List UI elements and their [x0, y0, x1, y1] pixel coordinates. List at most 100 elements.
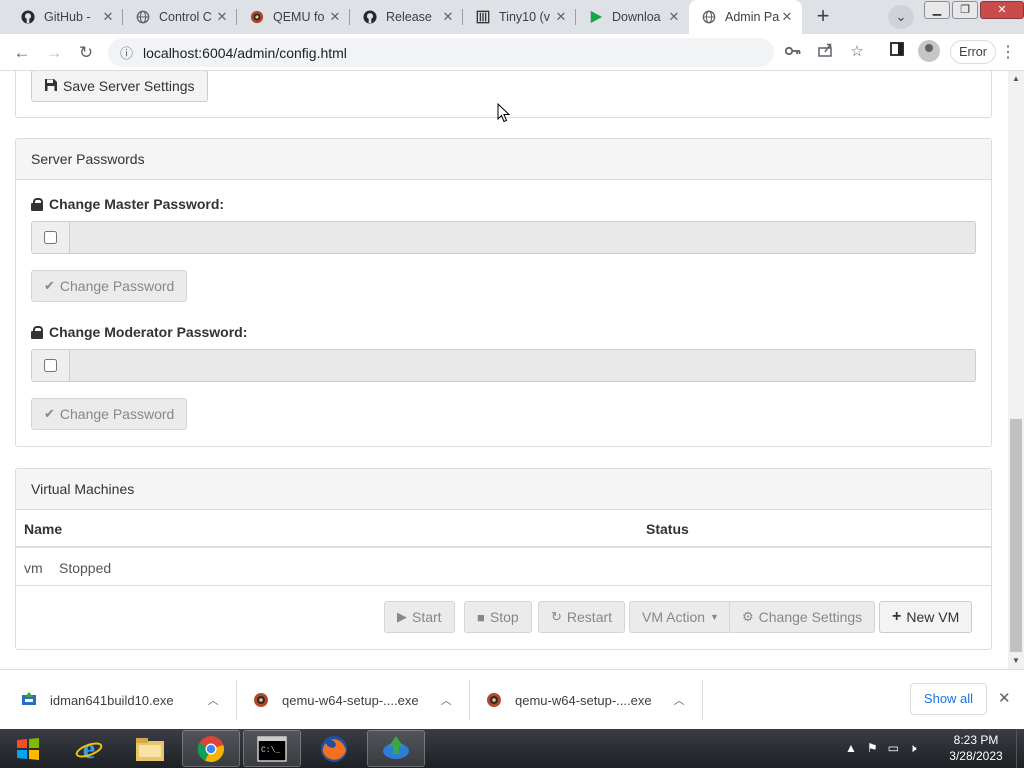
new-vm-button[interactable]: + New VM [879, 601, 973, 633]
check-icon: ✔ [44, 278, 55, 293]
taskbar-firefox[interactable] [305, 730, 363, 767]
page-scrollbar[interactable]: ▲ ▼ [1008, 71, 1024, 669]
save-server-settings-button[interactable]: Save Server Settings [31, 71, 208, 102]
tab-search-chevron-icon[interactable]: ⌄ [888, 5, 914, 29]
tab-close-icon[interactable]: ✕ [328, 9, 342, 25]
tab-close-icon[interactable]: ✕ [215, 9, 229, 25]
change-moderator-password-button[interactable]: ✔ Change Password [31, 398, 188, 430]
master-password-label-text: Change Master Password: [49, 196, 225, 212]
site-info-icon[interactable]: ⓘ [120, 43, 133, 62]
url-text[interactable]: localhost:6004/admin/config.html [143, 45, 347, 61]
taskbar-file-explorer[interactable] [121, 730, 179, 767]
globe-icon [135, 9, 151, 25]
taskbar-internet-explorer[interactable]: e [60, 730, 118, 767]
taskbar-idm[interactable] [367, 730, 425, 767]
tab-admin-panel[interactable]: Admin Pa ✕ [689, 0, 802, 34]
close-window-button[interactable]: ✕ [980, 1, 1024, 19]
chevron-up-icon[interactable]: ︿ [441, 692, 452, 708]
stop-label: Stop [489, 609, 519, 625]
taskbar-command-prompt[interactable]: C:\_ [243, 730, 301, 767]
tab-qemu[interactable]: QEMU fo ✕ [237, 0, 350, 34]
tab-close-icon[interactable]: ✕ [780, 9, 794, 25]
start-vm-button[interactable]: ▶ Start [384, 601, 455, 633]
forward-arrow-icon[interactable]: → [41, 40, 67, 66]
clock-time: 8:23 PM [953, 733, 999, 747]
page-content: Save Server Settings Server Passwords Ch… [0, 71, 1008, 669]
download-item-qemu-2[interactable]: qemu-w64-setup-....exe ︿ [485, 670, 685, 730]
virtual-machines-heading: Virtual Machines [16, 469, 991, 510]
windows-taskbar: e C:\_ ▲ ⚑ ▭ 🕨 8:23 PM 3/28/2023 [0, 729, 1024, 768]
tab-close-icon[interactable]: ✕ [441, 9, 455, 25]
plus-icon: + [892, 608, 902, 625]
restart-vm-button[interactable]: ↻ Restart [538, 601, 626, 633]
tab-close-icon[interactable]: ✕ [101, 9, 115, 25]
table-row[interactable]: vm Stopped [16, 548, 991, 586]
tab-control[interactable]: Control C ✕ [123, 0, 237, 34]
close-download-shelf-icon[interactable]: ✕ [998, 689, 1011, 707]
master-password-field[interactable] [69, 221, 976, 254]
profile-avatar[interactable] [918, 40, 940, 62]
taskbar-chrome[interactable] [182, 730, 240, 767]
archive-icon [475, 9, 491, 25]
change-master-password-label: Change Password [59, 278, 175, 294]
tab-close-icon[interactable]: ✕ [554, 9, 568, 25]
play-icon [588, 9, 604, 25]
download-filename: qemu-w64-setup-....exe [282, 692, 419, 708]
mouse-cursor-icon [497, 103, 510, 123]
download-item-qemu-1[interactable]: qemu-w64-setup-....exe ︿ [252, 670, 452, 730]
moderator-password-field[interactable] [69, 349, 976, 382]
moderator-password-label: Change Moderator Password: [31, 324, 247, 340]
tab-title: Admin Pa [725, 10, 780, 24]
download-filename: qemu-w64-setup-....exe [515, 692, 652, 708]
address-bar[interactable]: ⓘ localhost:6004/admin/config.html [108, 38, 774, 67]
windows-logo-icon [17, 737, 39, 760]
chevron-up-icon[interactable]: ︿ [674, 692, 685, 708]
share-icon[interactable] [815, 42, 835, 62]
show-hidden-icons-icon[interactable]: ▲ [845, 741, 857, 756]
stop-vm-button[interactable]: ■ Stop [464, 601, 532, 633]
chevron-up-icon[interactable]: ︿ [208, 692, 219, 708]
scroll-up-icon[interactable]: ▲ [1008, 71, 1024, 87]
tab-title: GitHub - [44, 10, 91, 24]
check-icon: ✔ [44, 406, 55, 421]
new-tab-button[interactable]: + [810, 5, 836, 29]
tab-github[interactable]: GitHub - ✕ [8, 0, 123, 34]
moderator-password-checkbox[interactable] [44, 359, 57, 372]
maximize-button[interactable]: ❐ [952, 1, 978, 19]
virtual-machines-panel: Virtual Machines Name Status vm Stopped … [15, 468, 992, 650]
github-icon [20, 9, 36, 25]
tab-download[interactable]: Downloa ✕ [576, 0, 689, 34]
network-icon[interactable]: ▭ [888, 741, 899, 756]
tab-title: QEMU fo [273, 10, 325, 24]
change-master-password-button[interactable]: ✔ Change Password [31, 270, 188, 302]
bookmark-star-icon[interactable]: ☆ [847, 42, 867, 62]
volume-muted-icon[interactable]: 🕨 [909, 741, 917, 756]
scrollbar-thumb[interactable] [1010, 419, 1022, 652]
reload-icon[interactable]: ↻ [73, 40, 99, 66]
minimize-button[interactable]: ▁ [924, 1, 950, 19]
download-item-idman[interactable]: idman641build10.exe ︿ [20, 670, 219, 730]
installer-icon [20, 691, 38, 709]
tab-release[interactable]: Release ✕ [350, 0, 463, 34]
flag-icon[interactable]: ⚑ [867, 741, 878, 756]
back-arrow-icon[interactable]: ← [9, 40, 35, 66]
browser-tab-strip: GitHub - ✕ Control C ✕ QEMU fo ✕ Release… [0, 0, 1024, 34]
tab-close-icon[interactable]: ✕ [667, 9, 681, 25]
tab-title: Control C [159, 10, 212, 24]
error-button[interactable]: Error [950, 40, 996, 64]
more-menu-icon[interactable]: ⋮ [1000, 42, 1016, 62]
master-password-checkbox[interactable] [44, 231, 57, 244]
taskbar-clock[interactable]: 8:23 PM 3/28/2023 [940, 732, 1012, 764]
start-button[interactable] [6, 731, 50, 766]
change-settings-button[interactable]: ⚙ Change Settings [729, 601, 876, 633]
scroll-down-icon[interactable]: ▼ [1008, 653, 1024, 669]
tab-tiny10[interactable]: Tiny10 (v ✕ [463, 0, 576, 34]
show-desktop-button[interactable] [1016, 729, 1024, 768]
show-all-downloads-button[interactable]: Show all [910, 683, 987, 715]
caret-down-icon: ▼ [710, 612, 719, 622]
side-panel-icon[interactable] [887, 42, 907, 62]
refresh-icon: ↻ [551, 609, 562, 624]
new-vm-label: New VM [906, 609, 960, 625]
key-icon[interactable] [783, 42, 803, 62]
vm-action-dropdown[interactable]: VM Action ▼ [629, 601, 732, 633]
